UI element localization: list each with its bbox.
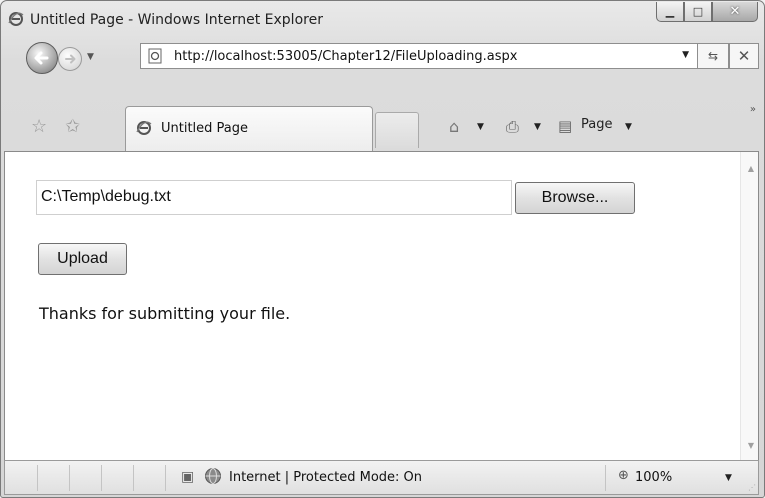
scroll-up-icon[interactable]: ▲ xyxy=(748,164,754,173)
status-divider xyxy=(605,465,606,491)
browser-window: Untitled Page - Windows Internet Explore… xyxy=(0,0,765,498)
refresh-icon: ⇆ xyxy=(707,49,719,63)
status-divider xyxy=(165,465,166,491)
favorites-star-icon[interactable]: ☆ xyxy=(31,116,47,137)
close-window-button[interactable]: ✕ xyxy=(712,2,758,22)
caption-buttons: ▁ □ ✕ xyxy=(656,2,758,22)
maximize-button[interactable]: □ xyxy=(684,2,712,22)
page-menu[interactable]: Page xyxy=(581,117,612,132)
maximize-icon: □ xyxy=(692,5,704,18)
tab-untitled-page[interactable]: Untitled Page xyxy=(125,106,373,151)
add-favorites-star-icon[interactable]: ✩ xyxy=(65,116,80,137)
vertical-scrollbar[interactable]: ▲ ▼ xyxy=(740,152,758,460)
result-message: Thanks for submitting your file. xyxy=(39,304,291,323)
status-bar: ▣ Internet | Protected Mode: On ⊕ 100% ▼… xyxy=(4,460,759,495)
page-icon[interactable]: ▤ xyxy=(558,117,572,135)
minimize-button[interactable]: ▁ xyxy=(656,2,684,22)
browse-button[interactable]: Browse... xyxy=(515,182,635,214)
security-report-icon[interactable]: ▣ xyxy=(181,469,194,485)
back-button[interactable] xyxy=(26,42,58,74)
url-text[interactable]: http://localhost:53005/Chapter12/FileUpl… xyxy=(174,49,517,64)
new-tab-button[interactable] xyxy=(375,112,419,148)
address-dropdown-icon[interactable]: ▼ xyxy=(682,50,689,60)
scroll-down-icon[interactable]: ▼ xyxy=(748,441,754,450)
ie-logo-icon xyxy=(8,12,24,26)
print-dropdown-icon[interactable]: ▼ xyxy=(534,122,541,132)
home-icon[interactable]: ⌂ xyxy=(449,117,459,136)
security-zone-text[interactable]: Internet | Protected Mode: On xyxy=(229,470,422,485)
stop-button[interactable]: ✕ xyxy=(729,43,759,69)
magnifier-icon[interactable]: ⊕ xyxy=(618,468,629,483)
window-title: Untitled Page - Windows Internet Explore… xyxy=(30,12,323,28)
back-arrow-icon xyxy=(34,51,49,65)
page-content: C:\Temp\debug.txt Browse... Upload Thank… xyxy=(4,151,759,460)
page-dropdown-icon[interactable]: ▼ xyxy=(625,122,632,132)
status-divider xyxy=(37,465,38,491)
ie-page-icon xyxy=(148,48,162,64)
resize-grip-icon[interactable]: ⋰ xyxy=(748,483,756,492)
tab-label: Untitled Page xyxy=(161,121,249,136)
printer-icon[interactable]: ⎙ xyxy=(506,117,519,137)
status-divider xyxy=(69,465,70,491)
close-icon: ✕ xyxy=(729,4,741,19)
address-bar[interactable]: http://localhost:53005/Chapter12/FileUpl… xyxy=(140,43,698,69)
forward-button[interactable] xyxy=(58,47,82,71)
recent-pages-dropdown-icon[interactable]: ▼ xyxy=(87,52,94,62)
status-divider xyxy=(133,465,134,491)
file-path-input[interactable]: C:\Temp\debug.txt xyxy=(36,180,512,215)
home-dropdown-icon[interactable]: ▼ xyxy=(477,122,484,132)
forward-arrow-icon xyxy=(65,54,76,64)
title-bar: Untitled Page - Windows Internet Explore… xyxy=(1,1,764,37)
globe-icon xyxy=(205,468,221,484)
stop-icon: ✕ xyxy=(737,47,751,65)
minimize-icon: ▁ xyxy=(665,5,675,18)
status-divider xyxy=(101,465,102,491)
zoom-level[interactable]: 100% xyxy=(635,470,672,485)
refresh-button[interactable]: ⇆ xyxy=(697,43,729,69)
zoom-dropdown-icon[interactable]: ▼ xyxy=(725,473,732,483)
ie-logo-icon xyxy=(136,121,152,135)
more-commands-chevron-icon[interactable]: » xyxy=(750,104,756,115)
upload-button[interactable]: Upload xyxy=(38,243,127,275)
